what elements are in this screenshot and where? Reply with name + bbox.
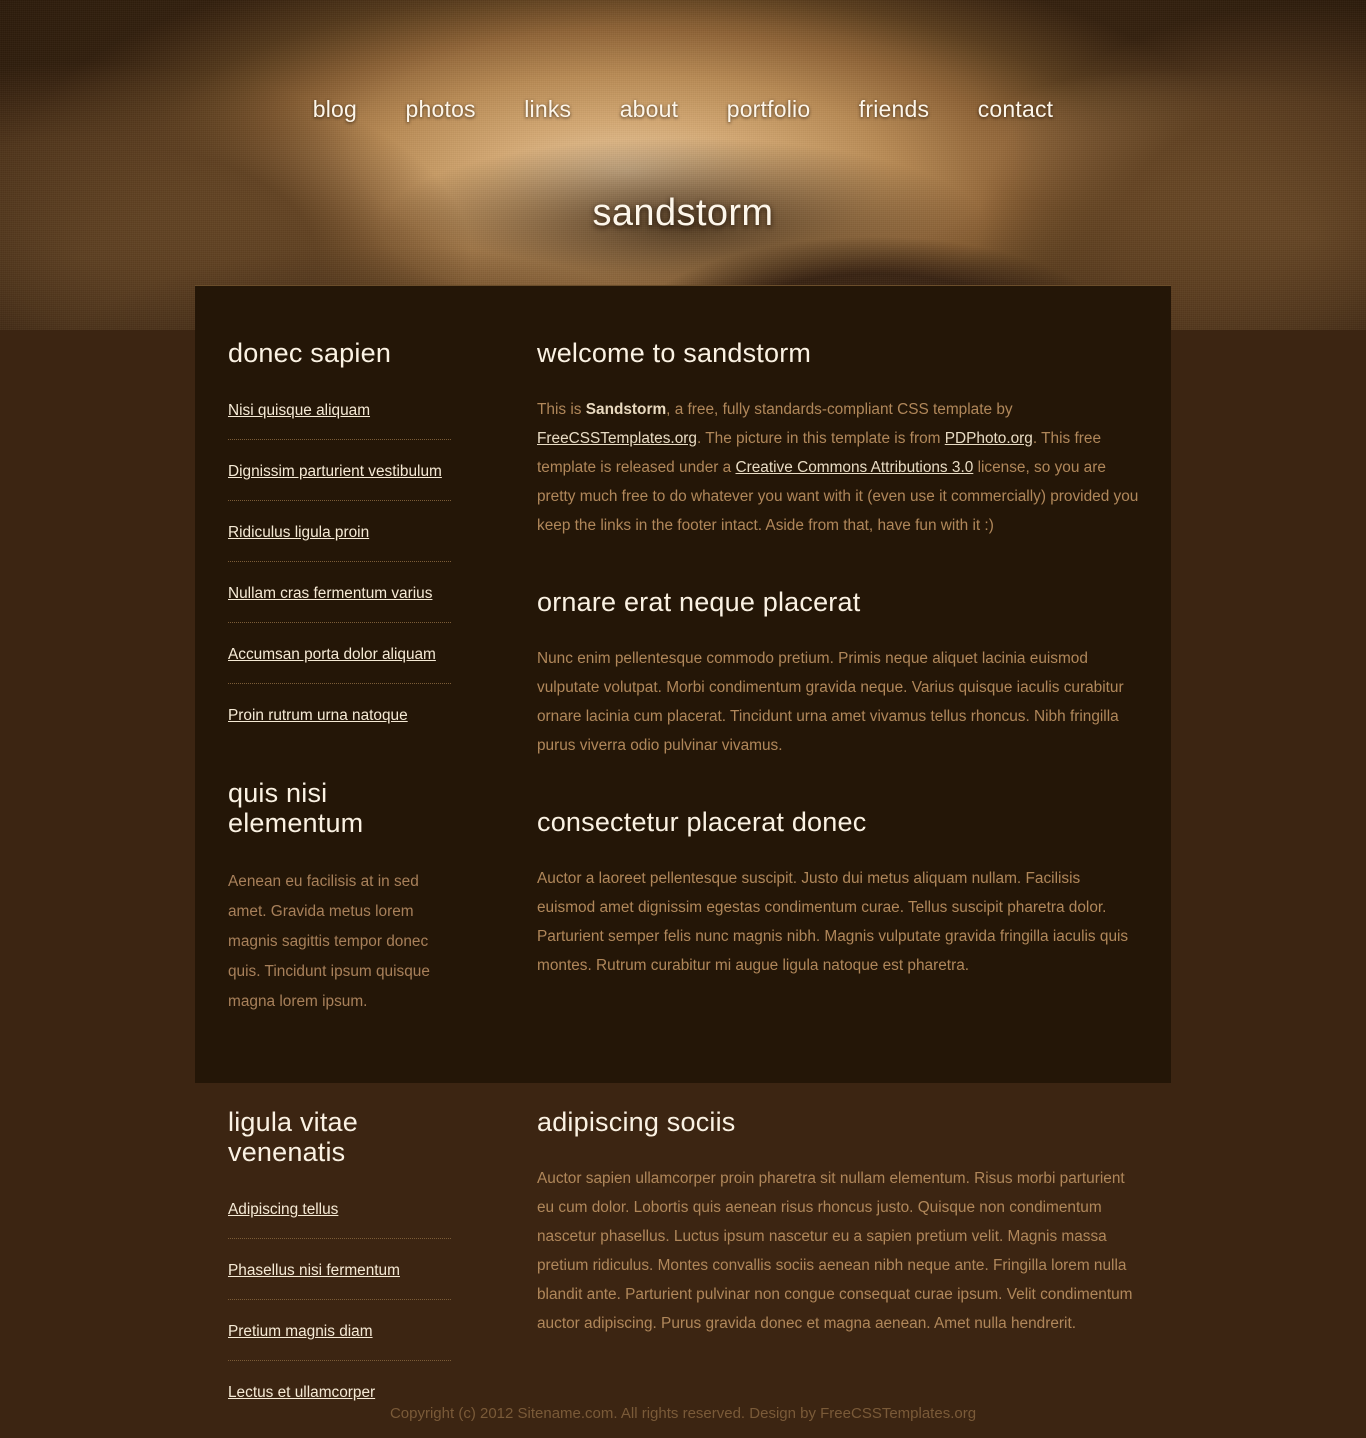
post-title-consectetur: consectetur placerat donec [537, 807, 867, 837]
main-navigation: blog photos links about portfolio friend… [0, 96, 1366, 123]
nav-item-photos[interactable]: photos [384, 96, 498, 123]
nav-link-friends[interactable]: friends [837, 96, 951, 123]
sidebar-link-phasellus-nisi-fermentum[interactable]: Phasellus nisi fermentum [228, 1262, 400, 1279]
sidebar-heading-ligula-vitae-venenatis: ligula vitae venenatis [228, 1107, 358, 1168]
post-adipiscing-sociis: adipiscing sociis Auctor sapien ullamcor… [537, 1107, 1141, 1338]
list-item[interactable]: Dignissim parturient vestibulum [228, 457, 451, 502]
content-top: welcome to sandstorm This is Sandstorm, … [481, 286, 1171, 1064]
list-item[interactable]: Accumsan porta dolor aliquam [228, 640, 451, 685]
main-content-panel: donec sapien Nisi quisque aliquam Dignis… [195, 285, 1171, 1083]
post-body-adipiscing-sociis: Auctor sapien ullamcorper proin pharetra… [537, 1170, 1133, 1332]
post-welcome-to-sandstorm: welcome to sandstorm This is Sandstorm, … [537, 338, 1141, 540]
list-item[interactable]: Proin rutrum urna natoque [228, 701, 451, 744]
sidebar-link-dignissim-parturient-vestibulum[interactable]: Dignissim parturient vestibulum [228, 463, 442, 480]
inline-link[interactable]: Creative Commons Attributions 3.0 [736, 459, 974, 476]
nav-link-links[interactable]: links [502, 96, 593, 123]
sidebar-link-nullam-cras-fermentum-varius[interactable]: Nullam cras fermentum varius [228, 585, 432, 602]
sidebar-lower-link-list: Adipiscing tellus Phasellus nisi ferment… [228, 1195, 451, 1421]
sidebar-top: donec sapien Nisi quisque aliquam Dignis… [195, 286, 481, 1064]
nav-link-photos[interactable]: photos [384, 96, 498, 123]
inline-link[interactable]: PDPhoto.org [945, 430, 1033, 447]
post-body-consectetur: Auctor a laoreet pellentesque suscipit. … [537, 870, 1129, 974]
post-title-welcome: welcome to sandstorm [537, 338, 812, 368]
sidebar-body-text: Aenean eu facilisis at in sed amet. Grav… [228, 872, 430, 1010]
sidebar-link-pretium-magnis-diam[interactable]: Pretium magnis diam [228, 1323, 373, 1340]
nav-list: blog photos links about portfolio friend… [291, 96, 1076, 123]
sidebar-link-proin-rutrum-urna-natoque[interactable]: Proin rutrum urna natoque [228, 707, 408, 724]
sidebar-block-quis-nisi-elementum: quis nisi elementum Aenean eu facilisis … [228, 778, 451, 1016]
sidebar-link-adipiscing-tellus[interactable]: Adipiscing tellus [228, 1201, 338, 1218]
sidebar-lower: ligula vitae venenatis Adipiscing tellus… [195, 1083, 481, 1438]
post-title-ornare: ornare erat neque placerat [537, 587, 861, 617]
post-ornare-erat-neque-placerat: ornare erat neque placerat Nunc enim pel… [537, 587, 1141, 760]
nav-link-portfolio[interactable]: portfolio [705, 96, 833, 123]
inline-link[interactable]: FreeCSSTemplates.org [537, 430, 697, 447]
list-item[interactable]: Nisi quisque aliquam [228, 396, 451, 441]
site-title: sandstorm [592, 192, 774, 234]
post-body-ornare: Nunc enim pellentesque commodo pretium. … [537, 650, 1124, 754]
post-body-welcome: This is Sandstorm, a free, fully standar… [537, 401, 1139, 534]
nav-item-contact[interactable]: contact [956, 96, 1076, 123]
post-title-adipiscing-sociis: adipiscing sociis [537, 1107, 736, 1137]
list-item[interactable]: Ridiculus ligula proin [228, 518, 451, 563]
list-item[interactable]: Adipiscing tellus [228, 1195, 451, 1240]
lower-columns: ligula vitae venenatis Adipiscing tellus… [195, 1083, 1171, 1438]
nav-item-friends[interactable]: friends [837, 96, 951, 123]
sidebar-heading-quis-nisi-elementum: quis nisi elementum [228, 778, 364, 839]
sidebar-top-link-list: Nisi quisque aliquam Dignissim parturien… [228, 396, 451, 744]
site-logo: sandstorm [0, 192, 1366, 235]
sidebar-heading-donec-sapien: donec sapien [228, 338, 392, 368]
sidebar-link-ridiculus-ligula-proin[interactable]: Ridiculus ligula proin [228, 524, 369, 541]
nav-item-blog[interactable]: blog [291, 96, 379, 123]
sidebar-link-nisi-quisque-aliquam[interactable]: Nisi quisque aliquam [228, 402, 370, 419]
sidebar-link-accumsan-porta-dolor-aliquam[interactable]: Accumsan porta dolor aliquam [228, 646, 436, 663]
list-item[interactable]: Phasellus nisi fermentum [228, 1256, 451, 1301]
list-item[interactable]: Nullam cras fermentum varius [228, 579, 451, 624]
page-footer: Copyright (c) 2012 Sitename.com. All rig… [0, 1399, 1366, 1429]
post-consectetur-placerat-donec: consectetur placerat donec Auctor a laor… [537, 807, 1141, 980]
upper-columns: donec sapien Nisi quisque aliquam Dignis… [195, 286, 1171, 1064]
nav-link-blog[interactable]: blog [291, 96, 379, 123]
nav-link-contact[interactable]: contact [956, 96, 1076, 123]
bold-text: Sandstorm [585, 401, 667, 418]
footer-copyright: Copyright (c) 2012 Sitename.com. All rig… [389, 1405, 977, 1422]
nav-link-about[interactable]: about [598, 96, 701, 123]
content-lower: adipiscing sociis Auctor sapien ullamcor… [481, 1083, 1171, 1438]
nav-item-portfolio[interactable]: portfolio [705, 96, 833, 123]
list-item[interactable]: Pretium magnis diam [228, 1317, 451, 1362]
nav-item-links[interactable]: links [502, 96, 593, 123]
nav-item-about[interactable]: about [598, 96, 701, 123]
